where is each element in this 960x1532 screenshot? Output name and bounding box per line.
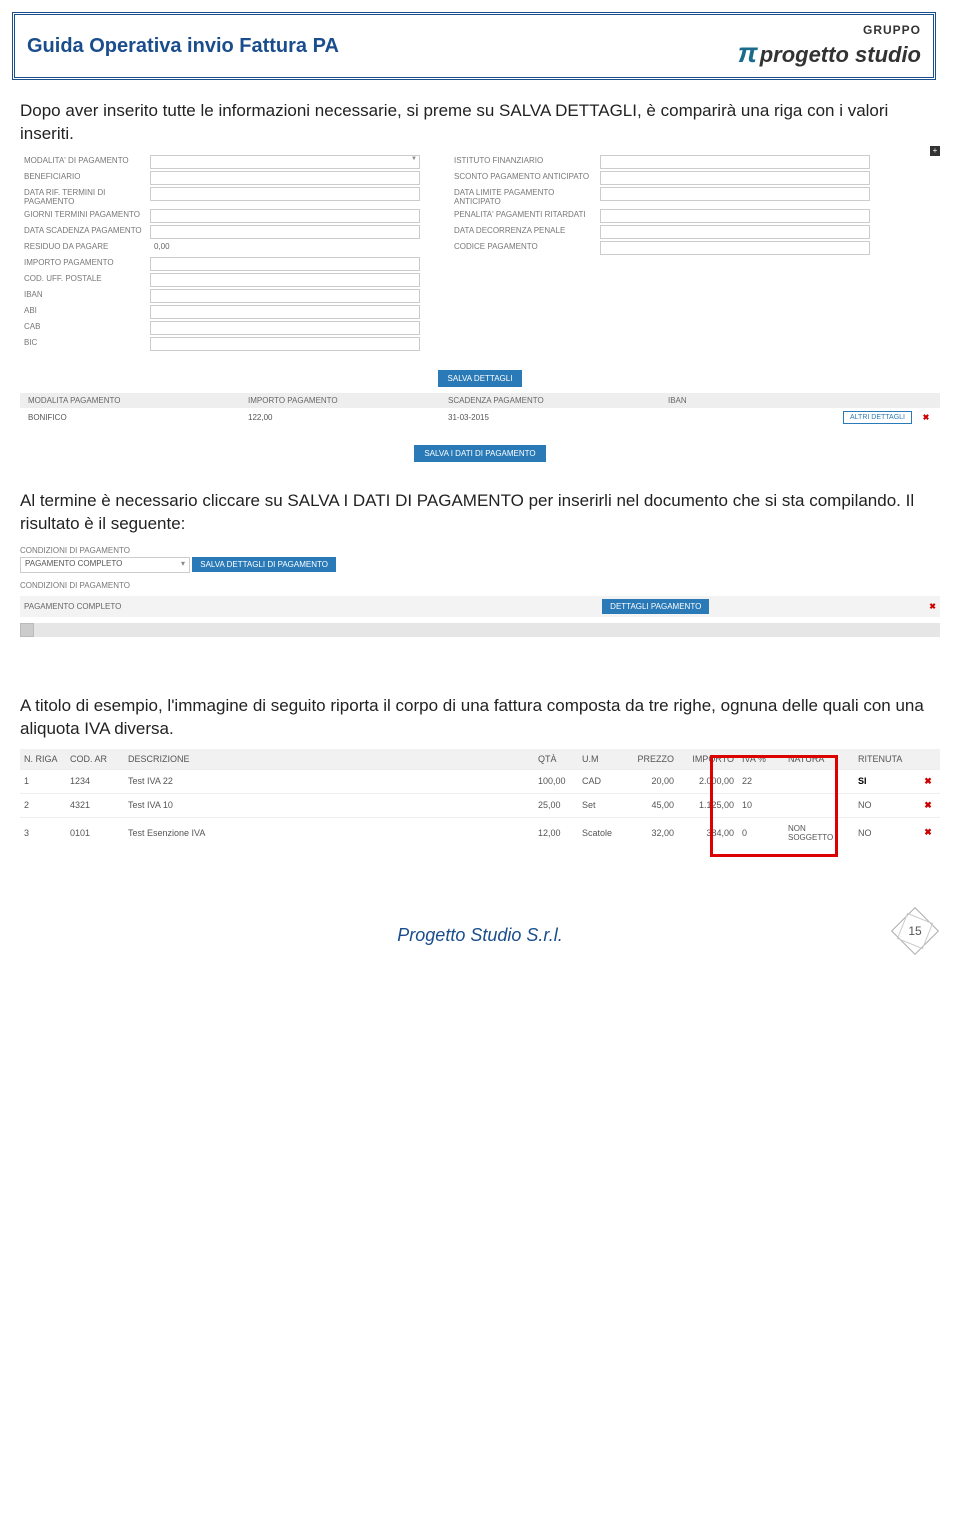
paragraph-3: A titolo di esempio, l'immagine di segui… — [20, 695, 940, 741]
delete-icon[interactable]: ✖ — [929, 602, 936, 611]
label-beneficiario: BENEFICIARIO — [20, 170, 150, 186]
payment-form-grid: MODALITA' DI PAGAMENTO ISTITUTO FINANZIA… — [20, 154, 940, 352]
th-qta: QTÀ — [534, 754, 578, 764]
input-codice-pag[interactable] — [600, 241, 870, 255]
th-iban: IBAN — [664, 396, 826, 405]
label-data-limite: DATA LIMITE PAGAMENTO ANTICIPATO — [450, 186, 600, 208]
table-row: BONIFICO 122,00 31-03-2015 ALTRI DETTAGL… — [20, 408, 940, 427]
screenshot-invoice-lines: N. RIGA COD. AR DESCRIZIONE QTÀ U.M PREZ… — [20, 749, 940, 848]
label-data-scadenza: DATA SCADENZA PAGAMENTO — [20, 224, 150, 240]
chevron-down-icon: ▾ — [181, 559, 185, 568]
logo-main: πprogetto studio — [738, 37, 921, 69]
label-codice-pag: CODICE PAGAMENTO — [450, 240, 600, 256]
th-natura: NATURA — [784, 754, 854, 764]
input-bic[interactable] — [150, 337, 420, 351]
th-cod: COD. AR — [66, 754, 124, 764]
logo-pi-icon: π — [738, 37, 758, 68]
label-istituto: ISTITUTO FINANZIARIO — [450, 154, 600, 170]
label-condizioni-2: CONDIZIONI DI PAGAMENTO — [20, 579, 940, 592]
input-data-rif[interactable] — [150, 187, 420, 201]
label-sconto: SCONTO PAGAMENTO ANTICIPATO — [450, 170, 600, 186]
input-importo-pag[interactable] — [150, 257, 420, 271]
label-importo-pag: IMPORTO PAGAMENTO — [20, 256, 150, 272]
paragraph-1: Dopo aver inserito tutte le informazioni… — [20, 100, 940, 146]
logo-gruppo: GRUPPO — [738, 23, 921, 37]
ritenuta-si: SI — [854, 776, 916, 786]
td-importo: 122,00 — [244, 413, 444, 422]
condition-row: PAGAMENTO COMPLETO DETTAGLI PAGAMENTO ✖ — [20, 596, 940, 617]
label-modalita: MODALITA' DI PAGAMENTO — [20, 154, 150, 170]
table-row: 3 0101 Test Esenzione IVA 12,00 Scatole … — [20, 817, 940, 848]
th-ritenuta: RITENUTA — [854, 754, 916, 764]
th-importo: IMPORTO — [678, 754, 738, 764]
page-number: 15 — [898, 914, 932, 948]
condition-value: PAGAMENTO COMPLETO — [24, 602, 121, 611]
save-payment-data-button[interactable]: SALVA I DATI DI PAGAMENTO — [414, 445, 545, 462]
label-giorni: GIORNI TERMINI PAGAMENTO — [20, 208, 150, 224]
input-beneficiario[interactable] — [150, 171, 420, 185]
input-cab[interactable] — [150, 321, 420, 335]
label-penalita: PENALITA' PAGAMENTI RITARDATI — [450, 208, 600, 224]
th-modalita: MODALITA PAGAMENTO — [24, 396, 244, 405]
save-pay-details-button[interactable]: SALVA DETTAGLI DI PAGAMENTO — [192, 557, 336, 572]
delete-icon[interactable]: ✖ — [916, 800, 940, 811]
document-title: Guida Operativa invio Fattura PA — [27, 35, 339, 58]
input-iban[interactable] — [150, 289, 420, 303]
th-iva: IVA % — [738, 754, 784, 764]
input-penalita[interactable] — [600, 209, 870, 223]
document-header: Guida Operativa invio Fattura PA GRUPPO … — [12, 12, 936, 80]
input-decorrenza[interactable] — [600, 225, 870, 239]
table-row: 2 4321 Test IVA 10 25,00 Set 45,00 1.125… — [20, 793, 940, 817]
th-prezzo: PREZZO — [622, 754, 678, 764]
logo: GRUPPO πprogetto studio — [738, 23, 921, 69]
input-abi[interactable] — [150, 305, 420, 319]
horizontal-scrollbar[interactable] — [20, 623, 940, 637]
pay-details-button[interactable]: DETTAGLI PAGAMENTO — [602, 599, 709, 614]
footer-company: Progetto Studio S.r.l. — [0, 925, 960, 946]
label-abi: ABI — [20, 304, 150, 320]
select-condizioni[interactable]: PAGAMENTO COMPLETO▾ — [20, 557, 190, 573]
input-giorni[interactable] — [150, 209, 420, 223]
scroll-left-icon[interactable] — [20, 623, 34, 637]
delete-icon[interactable]: ✖ — [916, 827, 940, 838]
save-details-button[interactable]: SALVA DETTAGLI — [438, 370, 523, 387]
payment-details-table: MODALITA PAGAMENTO IMPORTO PAGAMENTO SCA… — [20, 393, 940, 427]
screenshot-conditions: CONDIZIONI DI PAGAMENTO PAGAMENTO COMPLE… — [20, 544, 940, 637]
screenshot-payment-form: + MODALITA' DI PAGAMENTO ISTITUTO FINANZ… — [20, 154, 940, 462]
label-data-rif: DATA RIF. TERMINI DI PAGAMENTO — [20, 186, 150, 208]
input-data-scadenza[interactable] — [150, 225, 420, 239]
label-bic: BIC — [20, 336, 150, 352]
label-cod-uff: COD. UFF. POSTALE — [20, 272, 150, 288]
value-residuo: 0,00 — [150, 240, 420, 256]
label-iban: IBAN — [20, 288, 150, 304]
th-um: U.M — [578, 754, 622, 764]
th-scadenza: SCADENZA PAGAMENTO — [444, 396, 664, 405]
label-cab: CAB — [20, 320, 150, 336]
table-row: 1 1234 Test IVA 22 100,00 CAD 20,00 2.00… — [20, 769, 940, 793]
input-data-limite[interactable] — [600, 187, 870, 201]
invoice-lines-table: N. RIGA COD. AR DESCRIZIONE QTÀ U.M PREZ… — [20, 749, 940, 848]
expand-icon[interactable]: + — [930, 146, 940, 156]
other-details-button[interactable]: ALTRI DETTAGLI — [843, 411, 912, 424]
delete-icon[interactable]: ✖ — [916, 413, 936, 422]
th-descrizione: DESCRIZIONE — [124, 754, 534, 764]
th-n-riga: N. RIGA — [20, 754, 66, 764]
th-importo: IMPORTO PAGAMENTO — [244, 396, 444, 405]
label-residuo: RESIDUO DA PAGARE — [20, 240, 150, 256]
td-scadenza: 31-03-2015 — [444, 413, 664, 422]
td-modalita: BONIFICO — [24, 413, 244, 422]
paragraph-2: Al termine è necessario cliccare su SALV… — [20, 490, 940, 536]
label-condizioni: CONDIZIONI DI PAGAMENTO — [20, 544, 940, 557]
delete-icon[interactable]: ✖ — [916, 776, 940, 787]
input-modalita[interactable] — [150, 155, 420, 169]
label-decorrenza: DATA DECORRENZA PENALE — [450, 224, 600, 240]
input-cod-uff[interactable] — [150, 273, 420, 287]
input-sconto[interactable] — [600, 171, 870, 185]
input-istituto[interactable] — [600, 155, 870, 169]
